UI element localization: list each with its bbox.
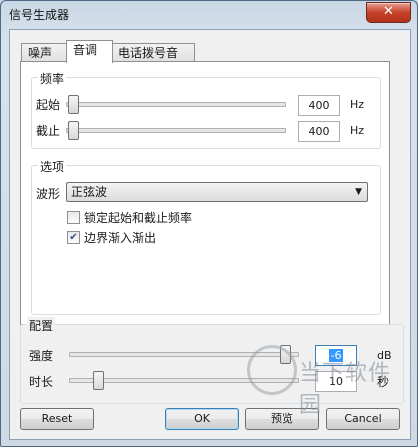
tab-dial-tone-label: 电话拨号音 [118,46,179,60]
strength-label: 强度 [29,349,54,363]
config-group-label: 配置 [27,317,56,334]
tab-noise-label: 噪声 [28,46,53,60]
watermark-text: 当下软件园 [299,361,392,418]
waveform-label: 波形 [36,187,61,201]
tab-noise[interactable]: 噪声 [21,43,68,62]
reset-button[interactable]: Reset [20,408,94,430]
waveform-selected-value: 正弦波 [71,185,108,199]
waveform-select[interactable]: 正弦波 ▼ [66,182,368,202]
duration-label: 时长 [29,375,54,389]
tab-tone-label: 音调 [73,43,98,57]
chevron-down-icon: ▼ [355,187,362,197]
watermark-logo-icon [247,345,297,395]
options-group-label: 选项 [38,158,67,175]
start-freq-slider-thumb[interactable] [68,95,79,114]
title-bar[interactable]: 信号生成器 ✕ [1,1,417,29]
window-title: 信号生成器 [9,8,70,22]
lock-frequency-checkbox[interactable] [67,211,80,224]
watermark: 当下软件园 [247,343,407,418]
lock-frequency-label: 锁定起始和截止频率 [84,211,193,225]
tab-tone[interactable]: 音调 [66,40,113,63]
close-button[interactable]: ✕ [366,2,411,23]
cutoff-freq-slider-thumb[interactable] [68,121,79,140]
start-freq-label: 起始 [36,98,61,112]
ok-button[interactable]: OK [165,408,239,430]
frequency-group: 频率 起始 400 Hz 截止 400 Hz [31,70,381,149]
duration-slider-thumb[interactable] [92,371,104,390]
cutoff-freq-unit: Hz [350,124,365,137]
fade-in-out-label: 边界渐入渐出 [84,231,157,245]
close-icon: ✕ [383,4,394,19]
start-freq-slider-track[interactable] [66,102,286,107]
fade-in-out-checkbox[interactable]: ✔ [67,231,80,244]
cutoff-freq-label: 截止 [36,124,61,138]
options-group: 选项 波形 正弦波 ▼ 锁定起始和截止频率 ✔ 边界渐入渐出 [31,158,381,315]
tone-tab-panel: 频率 起始 400 Hz 截止 400 Hz 选项 波形 正弦波 ▼ 锁定起始和… [20,61,390,325]
signal-generator-window: 信号生成器 ✕ 噪声 音调 电话拨号音 频率 起始 400 Hz 截止 400 … [0,0,418,447]
frequency-group-label: 频率 [38,70,67,87]
tab-dial-tone[interactable]: 电话拨号音 [111,43,195,62]
start-freq-input[interactable]: 400 [298,95,340,116]
cutoff-freq-slider-track[interactable] [66,128,286,133]
start-freq-unit: Hz [350,98,365,111]
cutoff-freq-input[interactable]: 400 [298,121,340,142]
